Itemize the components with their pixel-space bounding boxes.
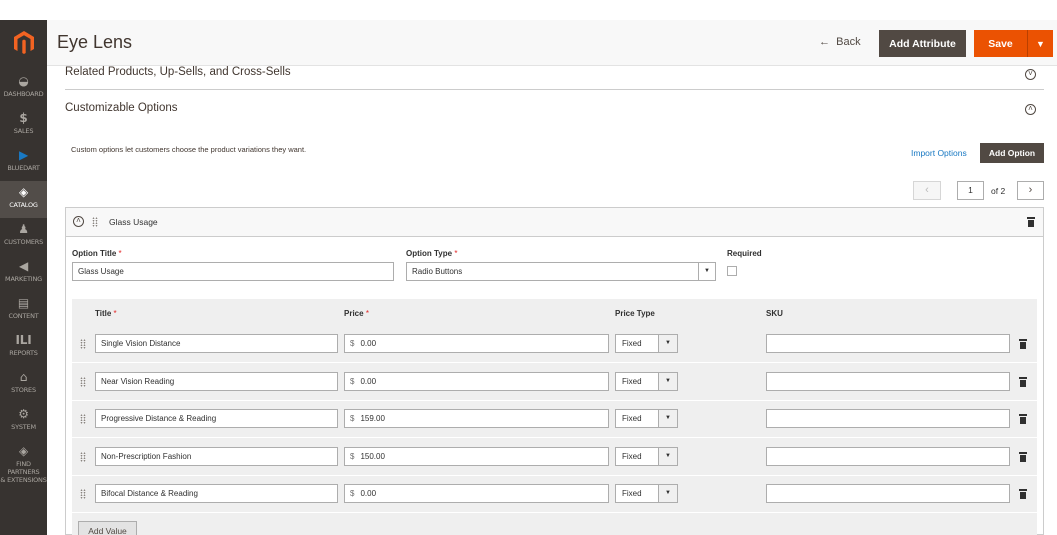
store-icon: ⌂	[19, 370, 28, 384]
collapse-icon[interactable]: ˄	[1025, 104, 1036, 115]
value-price-input[interactable]: $159.00	[344, 409, 609, 428]
value-sku-input[interactable]	[766, 447, 1010, 466]
pager-prev-button[interactable]: ‹	[913, 181, 941, 200]
add-value-button[interactable]: Add Value	[78, 521, 137, 535]
caret-down-icon: ▼	[658, 485, 677, 502]
section-related-products[interactable]: Related Products, Up-Sells, and Cross-Se…	[65, 66, 291, 78]
caret-down-icon: ▼	[658, 373, 677, 390]
value-price-input[interactable]: $150.00	[344, 447, 609, 466]
pager-total: of 2	[991, 186, 1006, 196]
save-dropdown-toggle[interactable]: ▼	[1028, 30, 1053, 57]
value-sku-input[interactable]	[766, 372, 1010, 391]
bar-chart-icon: ılı	[15, 333, 32, 347]
price-type-select[interactable]: Fixed ▼	[615, 372, 678, 391]
gear-icon: ⚙	[18, 407, 29, 421]
value-title-input[interactable]: Progressive Distance & Reading	[95, 409, 338, 428]
required-checkbox[interactable]	[727, 266, 737, 276]
nav-bluedart[interactable]: ▶ BLUEDART	[0, 144, 47, 181]
required-label: Required	[727, 249, 762, 258]
arrow-left-icon: ←	[819, 36, 830, 48]
magento-logo[interactable]	[0, 20, 47, 66]
delete-option-icon[interactable]	[1027, 217, 1035, 227]
dollar-icon: $	[19, 111, 28, 125]
section-divider	[65, 89, 1044, 90]
box-icon: ◈	[18, 444, 29, 458]
drag-handle-icon[interactable]	[80, 339, 86, 349]
option-title-label: Option Title *	[72, 249, 122, 258]
nav-system[interactable]: ⚙ SYSTEM	[0, 403, 47, 440]
admin-sidebar: ◒ DASHBOARD $ SALES ▶ BLUEDART ◈ CATALOG…	[0, 20, 47, 535]
back-button[interactable]: ← Back	[819, 36, 861, 48]
drag-handle-icon[interactable]	[80, 377, 86, 387]
add-attribute-button[interactable]: Add Attribute	[879, 30, 966, 57]
caret-down-icon: ▼	[658, 448, 677, 465]
person-icon: ♟	[18, 222, 29, 236]
chevron-right-icon: ›	[1028, 184, 1033, 196]
value-sku-input[interactable]	[766, 409, 1010, 428]
drag-handle-icon[interactable]	[80, 452, 86, 462]
nav-content[interactable]: ▤ CONTENT	[0, 292, 47, 329]
price-type-select[interactable]: Fixed ▼	[615, 409, 678, 428]
dashboard-icon: ◒	[18, 74, 29, 88]
value-price-input[interactable]: $0.00	[344, 372, 609, 391]
value-title-input[interactable]: Single Vision Distance	[95, 334, 338, 353]
price-type-select[interactable]: Fixed ▼	[615, 447, 678, 466]
chevron-left-icon: ‹	[925, 184, 929, 196]
col-price: Price *	[344, 309, 369, 318]
nav-stores[interactable]: ⌂ STORES	[0, 366, 47, 403]
price-type-select[interactable]: Fixed ▼	[615, 334, 678, 353]
value-title-input[interactable]: Non-Prescription Fashion	[95, 447, 338, 466]
drag-handle-icon[interactable]	[80, 489, 86, 499]
option-title-input[interactable]: Glass Usage	[72, 262, 394, 281]
play-icon: ▶	[18, 148, 29, 162]
pager-next-button[interactable]: ›	[1017, 181, 1044, 200]
value-title-input[interactable]: Bifocal Distance & Reading	[95, 484, 338, 503]
nav-reports[interactable]: ılı REPORTS	[0, 329, 47, 366]
option-header[interactable]: ˄ Glass Usage	[66, 208, 1043, 237]
content-icon: ▤	[17, 296, 30, 310]
nav-customers[interactable]: ♟ CUSTOMERS	[0, 218, 47, 255]
nav-dashboard[interactable]: ◒ DASHBOARD	[0, 70, 47, 107]
option-type-select[interactable]: Radio Buttons ▼	[406, 262, 716, 281]
value-sku-input[interactable]	[766, 484, 1010, 503]
price-type-select[interactable]: Fixed ▼	[615, 484, 678, 503]
delete-value-icon[interactable]	[1019, 377, 1027, 387]
value-price-input[interactable]: $0.00	[344, 484, 609, 503]
magento-logo-icon	[13, 31, 34, 54]
value-sku-input[interactable]	[766, 334, 1010, 353]
drag-handle-icon[interactable]	[92, 217, 98, 227]
page-header: Eye Lens ← Back Add Attribute Save ▼	[47, 20, 1057, 66]
col-title: Title *	[95, 309, 117, 318]
nav-sales[interactable]: $ SALES	[0, 107, 47, 144]
delete-value-icon[interactable]	[1019, 489, 1027, 499]
caret-down-icon: ▼	[1036, 38, 1045, 49]
caret-down-icon: ▼	[698, 263, 715, 280]
option-name: Glass Usage	[109, 217, 158, 227]
nav-find-partners[interactable]: ◈ FIND PARTNERS & EXTENSIONS	[0, 440, 47, 484]
custom-options-description: Custom options let customers choose the …	[71, 145, 307, 154]
import-options-link[interactable]: Import Options	[911, 148, 967, 158]
col-price-type: Price Type	[615, 309, 655, 318]
nav-catalog[interactable]: ◈ CATALOG	[0, 181, 47, 218]
add-option-button[interactable]: Add Option	[980, 143, 1044, 163]
delete-value-icon[interactable]	[1019, 339, 1027, 349]
delete-value-icon[interactable]	[1019, 414, 1027, 424]
delete-value-icon[interactable]	[1019, 452, 1027, 462]
option-type-label: Option Type *	[406, 249, 458, 258]
caret-down-icon: ▼	[658, 335, 677, 352]
nav-marketing[interactable]: ◀ MARKETING	[0, 255, 47, 292]
expand-icon[interactable]: ˅	[1025, 69, 1036, 80]
value-title-input[interactable]: Near Vision Reading	[95, 372, 338, 391]
pager-page-input[interactable]: 1	[957, 181, 984, 200]
drag-handle-icon[interactable]	[80, 414, 86, 424]
cube-icon: ◈	[18, 185, 29, 199]
section-customizable-options[interactable]: Customizable Options	[65, 102, 178, 114]
collapse-option-icon[interactable]: ˄	[73, 216, 84, 227]
value-price-input[interactable]: $0.00	[344, 334, 609, 353]
caret-down-icon: ▼	[658, 410, 677, 427]
save-button[interactable]: Save	[974, 30, 1028, 57]
megaphone-icon: ◀	[18, 259, 29, 273]
page-title: Eye Lens	[57, 32, 133, 52]
col-sku: SKU	[766, 309, 783, 318]
